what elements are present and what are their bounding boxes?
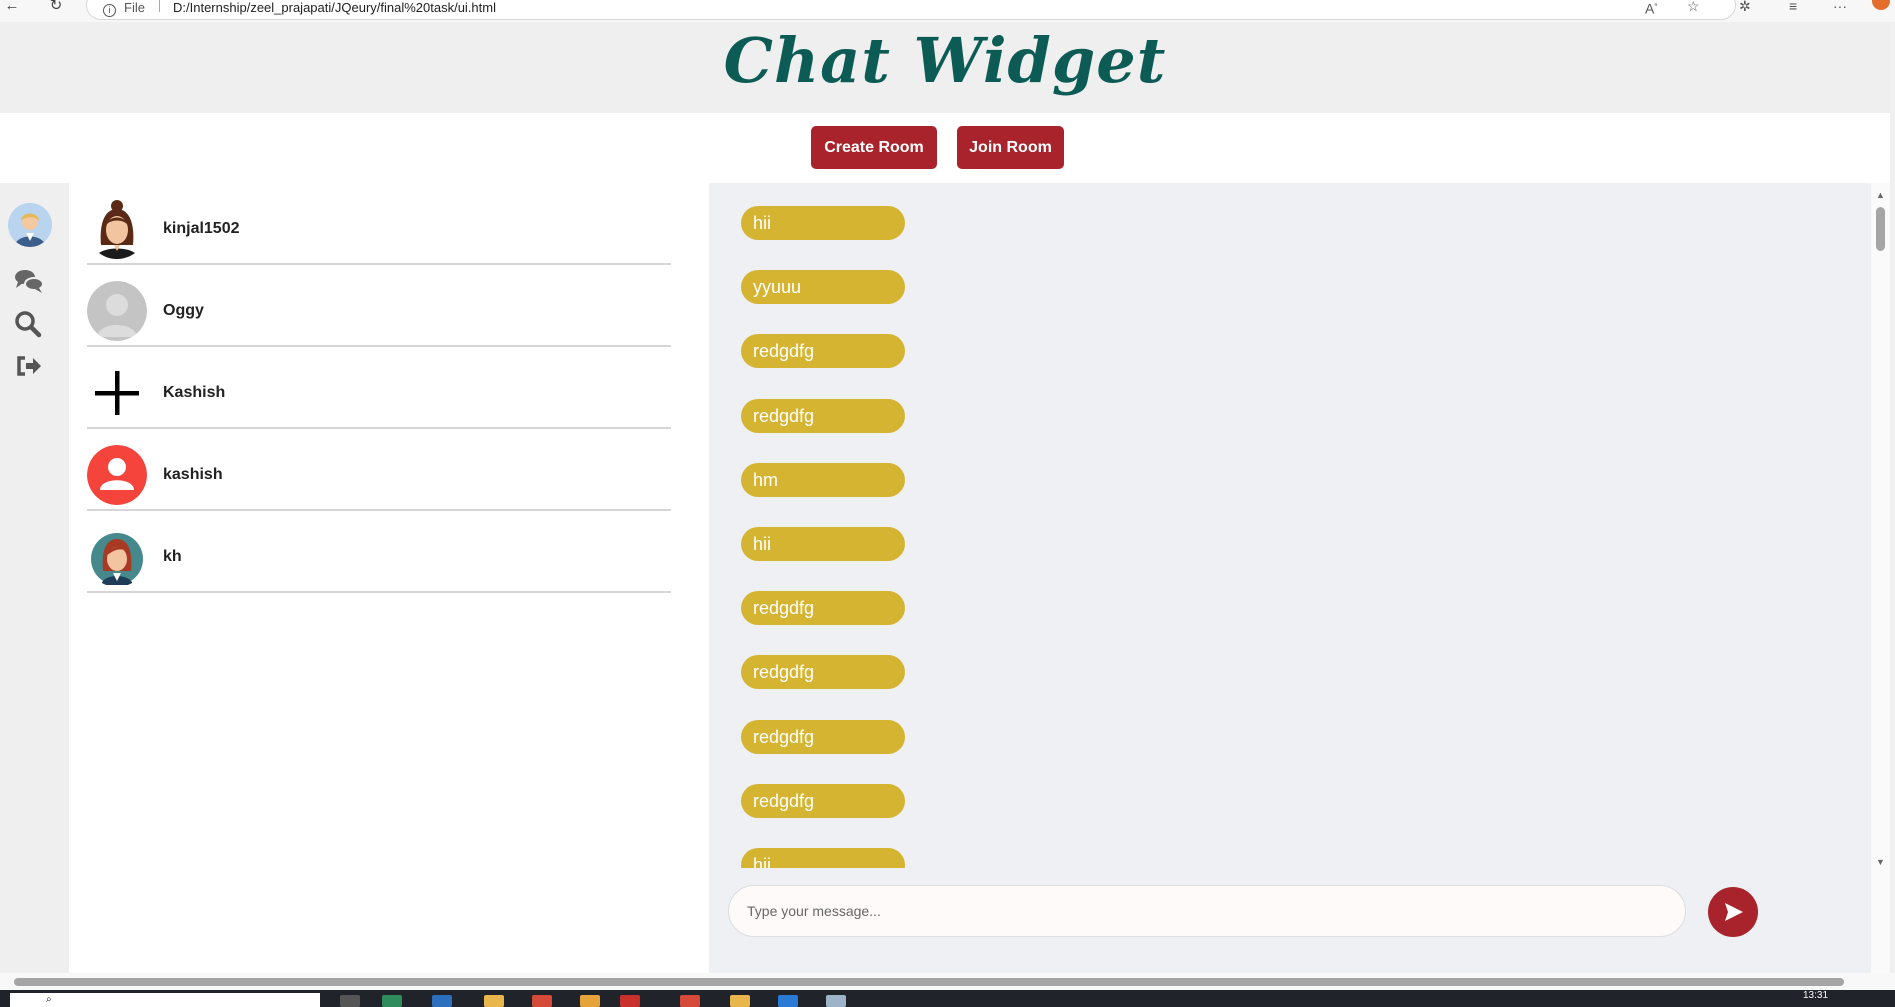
message-bubble: redgdfg [741,720,905,754]
message-bubble: redgdfg [741,784,905,818]
app-icon[interactable] [432,995,452,1007]
contact-name: Oggy [163,302,204,319]
site-info[interactable]: i File [103,0,145,17]
app-icon[interactable] [532,995,552,1007]
address-divider [159,0,160,12]
message-input[interactable] [728,885,1686,937]
scroll-down-arrow-icon[interactable]: ▼ [1876,857,1885,867]
send-arrow-icon [1725,903,1743,921]
contact-item[interactable]: kashish [87,429,671,511]
vscode-app-icon[interactable] [778,995,798,1007]
file-explorer-icon[interactable] [484,995,504,1007]
os-taskbar: ⌕ 13:31 [0,990,1895,1007]
send-button[interactable] [1708,887,1758,937]
header: Chat Widget [0,22,1890,113]
app-icon[interactable] [826,995,846,1007]
vertical-scrollbar[interactable]: ▲ ▼ [1871,183,1890,973]
contact-item[interactable]: kh [87,511,671,593]
message-bubble: hii [741,527,905,561]
create-room-button[interactable]: Create Room [811,126,937,169]
red-person-avatar [87,445,147,505]
page-scrollbar-track [1890,22,1895,977]
edge-app-icon[interactable] [382,995,402,1007]
contact-item[interactable]: kinjal1502 [87,183,671,265]
chat-area: hii yyuuu redgdfg redgdfg hm hii redgdfg… [709,183,1871,973]
horizontal-scrollbar[interactable] [0,973,1895,990]
contact-item[interactable]: Kashish [87,347,671,429]
message-bubble: hii [741,848,905,868]
taskbar-search[interactable]: ⌕ [10,993,320,1007]
contact-name: kh [163,548,182,565]
message-clip: hii [709,848,1871,868]
favorite-star-icon[interactable]: ☆ [1687,0,1700,13]
user-avatar[interactable] [8,203,52,247]
scrollbar-thumb[interactable] [1876,207,1885,251]
app-icon[interactable] [680,995,700,1007]
message-bubble: hii [741,206,905,240]
address-bar[interactable]: i File D:/Internship/zeel_prajapati/JQeur… [86,0,1736,20]
taskbar-clock: 13:31 [1803,990,1829,1001]
message-bubble: redgdfg [741,655,905,689]
extensions-icon[interactable]: ✲ [1739,0,1751,13]
contact-name: kinjal1502 [163,220,240,237]
info-icon: i [103,4,116,17]
url-text[interactable]: D:/Internship/zeel_prajapati/JQeury/fina… [173,0,496,15]
page-title: Chat Widget [723,24,1167,97]
back-arrow-icon[interactable]: ← [2,0,22,14]
more-menu-icon[interactable]: ··· [1833,0,1847,13]
chat-icon[interactable] [14,267,44,295]
app-icon[interactable] [620,995,640,1007]
redhead-avatar [87,527,147,587]
grey-silhouette-avatar [87,281,147,341]
plus-icon [87,363,147,423]
logout-icon[interactable] [14,353,44,381]
app-icon[interactable] [730,995,750,1007]
browser-toolbar: ← ↻ i File D:/Internship/zeel_prajapati/J… [0,0,1895,22]
icon-sidebar [0,183,69,973]
copilot-icon[interactable] [1872,0,1890,10]
taskbar-search-icon: ⌕ [46,994,52,1005]
refresh-icon[interactable]: ↻ [46,0,66,14]
woman-avatar [87,199,147,259]
join-room-button[interactable]: Join Room [957,126,1064,169]
contact-name: Kashish [163,384,226,401]
contact-name: kashish [163,466,223,483]
read-aloud-icon[interactable]: Aⁿ [1645,0,1657,15]
message-bubble: hm [741,463,905,497]
scroll-up-arrow-icon[interactable]: ▲ [1876,190,1885,200]
file-label: File [124,0,145,15]
message-bubble: redgdfg [741,334,905,368]
message-bubble: yyuuu [741,270,905,304]
search-icon[interactable] [14,310,44,338]
favorites-list-icon[interactable]: ≡ [1789,0,1797,13]
message-bubble: redgdfg [741,591,905,625]
contact-item[interactable]: Oggy [87,265,671,347]
horizontal-scrollbar-thumb[interactable] [14,978,1844,986]
contacts-panel: kinjal1502 Oggy Kashish kashish kh [69,183,709,973]
app-icon[interactable] [580,995,600,1007]
task-view-icon[interactable] [340,995,360,1007]
message-bubble: redgdfg [741,399,905,433]
